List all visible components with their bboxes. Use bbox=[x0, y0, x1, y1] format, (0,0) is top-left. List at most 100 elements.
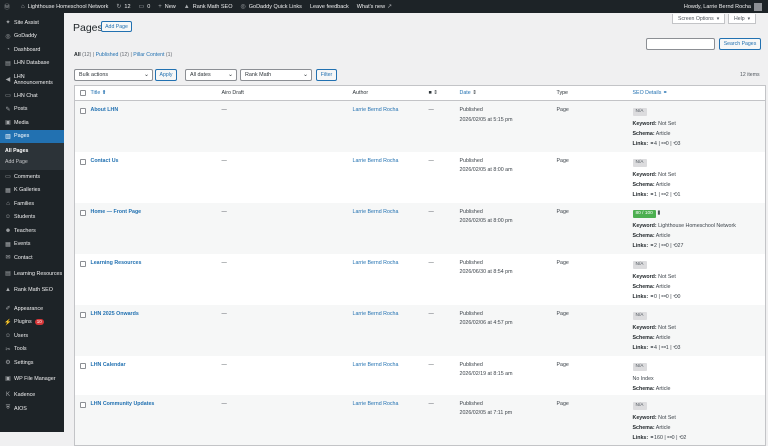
dates-select[interactable]: All dates bbox=[185, 69, 237, 81]
author-link[interactable]: Larrie Bernd Rocha bbox=[353, 362, 399, 368]
search-input[interactable] bbox=[646, 38, 715, 50]
sidebar-item-wp-file-manager[interactable]: ▣ WP File Manager bbox=[0, 370, 64, 389]
page-title-link[interactable]: About LHN bbox=[91, 107, 119, 113]
page-title-link[interactable]: LHN Calendar bbox=[91, 362, 126, 368]
sidebar-item-users[interactable]: ☺ Users bbox=[0, 329, 64, 343]
sidebar-item-pages[interactable]: ▥ Pages bbox=[0, 129, 64, 143]
sidebar-item-posts[interactable]: ✎ Posts bbox=[0, 103, 64, 117]
megaphone-icon: ◀ bbox=[5, 76, 11, 83]
sidebar-item-comments[interactable]: ▭ Comments bbox=[0, 170, 64, 184]
whats-new-link[interactable]: What's new ↗ bbox=[353, 0, 396, 13]
column-comments[interactable]: ■ ⇕ bbox=[428, 85, 460, 101]
row-checkbox[interactable] bbox=[80, 260, 86, 267]
sidebar-item-contact[interactable]: ✉ Contact bbox=[0, 251, 64, 265]
column-seo-details[interactable]: SEO Details ⚭ bbox=[632, 85, 766, 101]
new-content-menu[interactable]: + New bbox=[154, 0, 180, 13]
comments-cell: — bbox=[428, 259, 434, 266]
add-page-button[interactable]: Add Page bbox=[101, 21, 132, 32]
row-checkbox-cell bbox=[75, 356, 91, 395]
rank-math-menu[interactable]: ▲ Rank Math SEO bbox=[180, 0, 237, 13]
sidebar-item-godaddy[interactable]: ◎ GoDaddy bbox=[0, 30, 64, 44]
teachers-icon: ☻ bbox=[4, 227, 12, 234]
sidebar-item-label: Learning Resources bbox=[14, 271, 63, 277]
sidebar-item-tools[interactable]: ✂ Tools bbox=[0, 343, 64, 357]
row-checkbox[interactable] bbox=[80, 209, 86, 216]
seo-details-cell: N/A Keyword: Not Set Schema: Article Links:… bbox=[632, 395, 766, 446]
sidebar-item-events[interactable]: ▦ Events bbox=[0, 238, 64, 252]
row-checkbox-cell bbox=[75, 152, 91, 203]
sidebar-item-learning-resources[interactable]: ▤ Learning Resources bbox=[0, 265, 64, 284]
author-link[interactable]: Larrie Bernd Rocha bbox=[353, 260, 399, 266]
sidebar-item-site-assist[interactable]: ✦ Site Assist bbox=[0, 16, 64, 30]
table-row: Home — Front Page — Larrie Bernd Rocha — Pub… bbox=[74, 202, 766, 254]
comments-link[interactable]: ▭ 0 bbox=[135, 0, 155, 13]
row-checkbox[interactable] bbox=[80, 311, 86, 318]
title-cell: LHN Calendar bbox=[91, 356, 222, 395]
updates-link[interactable]: ↻ 12 bbox=[112, 0, 134, 13]
filter-published[interactable]: Published bbox=[96, 52, 119, 58]
select-all-cell bbox=[74, 85, 91, 101]
sidebar-item-dashboard[interactable]: ◔ Dashboard bbox=[0, 43, 64, 57]
sidebar-item-lhn-chat[interactable]: ▭ LHN Chat bbox=[0, 89, 64, 103]
page-title-link[interactable]: Learning Resources bbox=[91, 260, 142, 266]
sidebar-item-plugins[interactable]: ⚡ Plugins 10 bbox=[0, 316, 64, 330]
row-checkbox-cell bbox=[75, 395, 91, 446]
sidebar-item-rank-math-seo[interactable]: ▲ Rank Math SEO bbox=[0, 284, 64, 298]
column-title[interactable]: Title ⬆ bbox=[90, 85, 222, 101]
sidebar-item-media[interactable]: ▣ Media bbox=[0, 116, 64, 130]
author-link[interactable]: Larrie Bernd Rocha bbox=[353, 107, 399, 113]
leave-feedback-link[interactable]: Leave feedback bbox=[306, 0, 353, 13]
seo-schema: Schema: Article bbox=[632, 232, 671, 239]
site-name-link[interactable]: ⌂ Lighthouse Homeschool Network bbox=[17, 0, 112, 13]
sidebar-item-lhn-announcements[interactable]: ◀ LHN Announcements bbox=[0, 70, 64, 89]
row-checkbox[interactable] bbox=[80, 108, 86, 114]
godaddy-quick-links-menu[interactable]: ◎ GoDaddy Quick Links bbox=[236, 0, 305, 13]
sidebar-item-kadence[interactable]: K Kadence bbox=[0, 389, 64, 403]
help-button[interactable]: Help ▾ bbox=[728, 14, 757, 24]
sidebar-item-k-galleries[interactable]: ▦ K Galleries bbox=[0, 184, 64, 198]
seo-schema: Schema: Article bbox=[632, 424, 671, 431]
submenu-add-page[interactable]: Add Page bbox=[0, 156, 64, 167]
sidebar-item-settings[interactable]: ⚙ Settings bbox=[0, 356, 64, 370]
seo-score-badge: N/A bbox=[632, 260, 647, 269]
row-checkbox[interactable] bbox=[80, 362, 86, 369]
search-pages-button[interactable]: Search Pages bbox=[719, 38, 761, 50]
author-link[interactable]: Larrie Bernd Rocha bbox=[353, 158, 399, 164]
bulk-actions-select[interactable]: Bulk actions bbox=[74, 69, 153, 81]
submenu-all-pages[interactable]: All Pages bbox=[0, 145, 64, 156]
seo-score-badge: N/A bbox=[632, 311, 647, 320]
author-link[interactable]: Larrie Bernd Rocha bbox=[353, 311, 399, 317]
page-title-link[interactable]: Home — Front Page bbox=[91, 209, 142, 215]
select-all-checkbox[interactable] bbox=[80, 90, 86, 96]
author-link[interactable]: Larrie Bernd Rocha bbox=[353, 401, 399, 407]
author-link[interactable]: Larrie Bernd Rocha bbox=[353, 209, 399, 215]
sidebar-item-label: Events bbox=[14, 241, 31, 248]
page-title-link[interactable]: LHN Community Updates bbox=[91, 401, 155, 407]
sort-icon: ⇕ bbox=[472, 90, 477, 96]
page-title-link[interactable]: LHN 2025 Onwards bbox=[91, 311, 139, 317]
sidebar-item-teachers[interactable]: ☻ Teachers bbox=[0, 224, 64, 238]
seo-links: Links: ⚭2 | ⚯0 | ⟲27 bbox=[632, 242, 684, 249]
filter-button[interactable]: Filter bbox=[316, 69, 337, 81]
screen-options-button[interactable]: Screen Options ▾ bbox=[672, 14, 726, 24]
filter-all[interactable]: All bbox=[74, 52, 81, 58]
sidebar-item-label: Rank Math SEO bbox=[14, 287, 53, 294]
sidebar-item-families[interactable]: ⌂ Families bbox=[0, 197, 64, 211]
table-row: Learning Resources — Larrie Bernd Rocha — Pu… bbox=[75, 254, 766, 305]
table-row: Contact Us — Larrie Bernd Rocha — Published 2… bbox=[75, 152, 766, 203]
column-date[interactable]: Date ⇕ bbox=[459, 85, 557, 101]
sidebar-item-appearance[interactable]: ✐ Appearance bbox=[0, 302, 64, 316]
row-checkbox[interactable] bbox=[80, 401, 86, 408]
apply-button[interactable]: Apply bbox=[155, 69, 177, 81]
my-account-menu[interactable]: Howdy, Larrie Bernd Rocha bbox=[684, 2, 768, 11]
sidebar-item-students[interactable]: ☺ Students bbox=[0, 211, 64, 225]
sidebar-item-aios[interactable]: ⛨ AIOS bbox=[0, 402, 64, 416]
filter-pillar-content[interactable]: Pillar Content bbox=[133, 52, 164, 58]
sidebar-item-label: K Galleries bbox=[14, 187, 41, 194]
sidebar-item-lhn-database[interactable]: ▤ LHN Database bbox=[0, 57, 64, 71]
page-title-link[interactable]: Contact Us bbox=[91, 158, 119, 164]
wp-logo-menu[interactable]: Ⓦ bbox=[0, 0, 17, 13]
rankmath-filter-select[interactable]: Rank Math bbox=[240, 69, 312, 81]
row-checkbox[interactable] bbox=[80, 158, 86, 165]
external-link-icon: ↗ bbox=[387, 4, 393, 10]
